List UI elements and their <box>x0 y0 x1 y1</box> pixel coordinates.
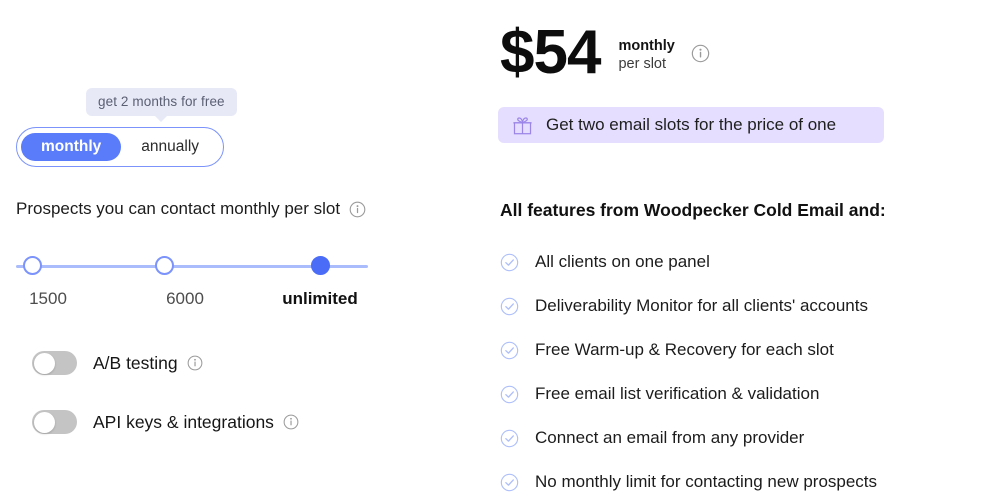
feature-label: Connect an email from any provider <box>535 428 805 447</box>
billing-option-monthly[interactable]: monthly <box>21 132 122 162</box>
billing-option-annually[interactable]: annually <box>121 133 219 162</box>
feature-label: No monthly limit for contacting new pros… <box>535 472 878 491</box>
toggle-knob <box>33 352 55 374</box>
feature-list-item: No monthly limit for contacting new pros… <box>500 472 877 492</box>
feature-list-item: Free Warm-up & Recovery for each slot <box>500 340 834 360</box>
feature-label: All clients on one panel <box>535 252 710 271</box>
feature-label: Free email list verification & validatio… <box>535 384 820 403</box>
info-icon[interactable] <box>283 414 299 430</box>
promo-tooltip-label: get 2 months for free <box>98 94 225 109</box>
toggle-label-row: API keys & integrations <box>93 412 299 433</box>
toggle-label-ab-testing: A/B testing <box>93 352 178 373</box>
slider-label-unlimited: unlimited <box>282 289 358 308</box>
slider-stop-1500[interactable] <box>22 256 42 275</box>
price-info-wrap <box>691 38 710 68</box>
feature-list-item: Free email list verification & validatio… <box>500 384 819 404</box>
pricing-summary-panel: $54 monthly per slot Get two email slots… <box>498 0 993 503</box>
check-circle-icon <box>500 473 519 492</box>
price-meta: monthly per slot <box>618 33 674 73</box>
price-block: $54 monthly per slot <box>500 22 710 84</box>
slider-label-1500: 1500 <box>29 289 67 308</box>
promo-banner: Get two email slots for the price of one <box>498 107 884 143</box>
pricing-configurator-panel: get 2 months for free monthly annually P… <box>16 0 476 503</box>
feature-list-item: Connect an email from any provider <box>500 428 804 448</box>
price-amount: $54 <box>500 18 601 87</box>
toggle-label-row: A/B testing <box>93 353 203 374</box>
feature-label: Free Warm-up & Recovery for each slot <box>535 340 834 359</box>
promo-banner-text: Get two email slots for the price of one <box>546 115 837 134</box>
billing-period-switch[interactable]: monthly annually <box>16 127 225 167</box>
toggle-switch-ab-testing[interactable] <box>32 351 77 375</box>
prospects-slider-title: Prospects you can contact monthly per sl… <box>16 199 366 219</box>
slider-labels: 1500 6000 unlimited <box>16 289 416 313</box>
feature-toggle-ab-testing[interactable]: A/B testing <box>32 351 203 375</box>
feature-toggle-api-keys[interactable]: API keys & integrations <box>32 410 299 434</box>
gift-icon <box>512 115 533 136</box>
check-circle-icon <box>500 385 519 404</box>
prospects-slider[interactable] <box>16 256 368 278</box>
price-period: monthly <box>618 37 675 54</box>
promo-tooltip: get 2 months for free <box>86 88 237 122</box>
slider-stop-6000[interactable] <box>155 256 175 275</box>
feature-label: Deliverability Monitor for all clients' … <box>535 296 868 315</box>
toggle-switch-api-keys[interactable] <box>32 410 77 434</box>
prospects-slider-label: Prospects you can contact monthly per sl… <box>16 199 341 218</box>
check-circle-icon <box>500 253 519 272</box>
check-circle-icon <box>500 341 519 360</box>
features-heading: All features from Woodpecker Cold Email … <box>500 200 886 220</box>
price-unit: per slot <box>618 56 667 72</box>
info-icon[interactable] <box>691 44 710 63</box>
feature-list-item: All clients on one panel <box>500 252 710 272</box>
info-icon[interactable] <box>187 355 203 371</box>
toggle-label-api-keys: API keys & integrations <box>93 411 274 432</box>
check-circle-icon <box>500 429 519 448</box>
feature-list-item: Deliverability Monitor for all clients' … <box>500 296 868 316</box>
info-icon[interactable] <box>349 201 366 218</box>
tooltip-arrow <box>154 115 169 122</box>
toggle-knob <box>33 411 55 433</box>
slider-stop-unlimited[interactable] <box>310 256 330 275</box>
slider-label-6000: 6000 <box>166 289 204 308</box>
check-circle-icon <box>500 297 519 316</box>
